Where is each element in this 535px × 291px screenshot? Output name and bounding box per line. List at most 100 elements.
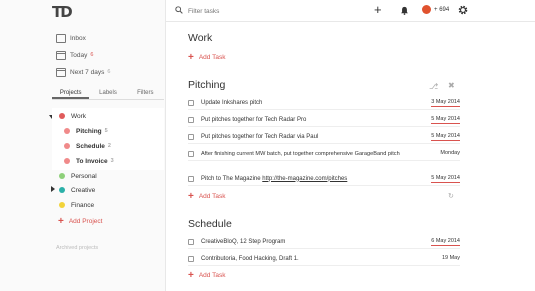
project-pitching[interactable]: Pitching 5 <box>64 125 108 137</box>
project-label: To Invoice <box>76 157 108 165</box>
task-checkbox[interactable] <box>188 116 194 123</box>
plus-icon: + <box>188 52 194 63</box>
project-color-dot <box>59 202 65 208</box>
project-label: Schedule <box>76 142 105 150</box>
add-project-label: Add Project <box>68 218 103 225</box>
project-color-dot <box>59 173 65 179</box>
collapse-section-icon[interactable]: ✖ <box>448 81 455 90</box>
filter-tasks-input[interactable] <box>188 5 348 17</box>
filter-label: Inbox <box>70 34 86 42</box>
plus-icon: + <box>188 191 194 202</box>
top-bar: + + 694 <box>166 0 535 22</box>
task-due-date: 19 May <box>441 255 460 261</box>
sidebar-tabs: Projects Labels Filters <box>52 88 164 100</box>
project-label: Pitching <box>76 127 102 135</box>
add-task-button[interactable]: + Add Task <box>188 270 225 281</box>
project-count: 5 <box>104 128 108 134</box>
add-project-button[interactable]: + Add Project <box>58 216 102 227</box>
task-due-date: 5 May 2014 <box>431 132 460 141</box>
sidebar: TD Inbox Today 6 Next 7 days 6 Projects … <box>0 0 166 291</box>
tab-projects[interactable]: Projects <box>52 88 90 99</box>
project-label: Work <box>71 112 87 120</box>
filter-label: Today <box>70 51 88 59</box>
task-row[interactable]: Update Inkshares pitch 3 May 2014 <box>188 96 460 110</box>
work-project-group: Work Pitching 5 Schedule 2 To Invoice 3 <box>52 108 164 170</box>
task-row[interactable]: Put pitches together for Tech Radar Pro … <box>188 113 460 127</box>
task-checkbox[interactable] <box>188 238 194 245</box>
task-text: After finishing current MW batch, put to… <box>201 150 400 157</box>
plus-icon: + <box>188 270 194 281</box>
quick-add-button[interactable]: + <box>374 2 382 17</box>
task-due-date: Monday <box>440 150 460 156</box>
project-color-dot <box>64 143 70 149</box>
task-text: CreativeBloQ, 12 Step Program <box>201 238 286 245</box>
task-text: Update Inkshares pitch <box>201 99 263 106</box>
project-color-dot <box>59 187 65 193</box>
task-checkbox[interactable] <box>188 255 194 262</box>
project-count: 3 <box>110 158 114 164</box>
tab-filters[interactable]: Filters <box>127 88 164 99</box>
section-title-pitching: Pitching <box>188 79 226 91</box>
add-task-button[interactable]: + Add Task <box>188 52 225 63</box>
calendar-today-icon <box>56 50 66 60</box>
karma-indicator[interactable]: + 694 <box>422 5 449 14</box>
expand-creative-icon[interactable] <box>51 186 55 192</box>
task-due-date: 5 May 2014 <box>431 115 460 124</box>
filter-count: 6 <box>107 69 111 75</box>
section-title-work: Work <box>188 32 213 44</box>
project-count: 2 <box>107 143 111 149</box>
history-icon[interactable]: ↻ <box>448 192 454 200</box>
project-color-dot <box>64 158 70 164</box>
share-icon[interactable]: ⎇ <box>429 82 438 91</box>
filter-label: Next 7 days <box>70 68 105 76</box>
task-checkbox[interactable] <box>188 133 194 140</box>
task-row[interactable]: Put pitches together for Tech Radar via … <box>188 130 460 144</box>
project-color-dot <box>64 128 70 134</box>
add-task-button[interactable]: + Add Task <box>188 191 225 202</box>
task-row[interactable]: Contributoria, Food Hacking, Draft 1. 19… <box>188 252 460 266</box>
plus-icon: + <box>58 216 64 227</box>
karma-score: 694 <box>439 6 450 13</box>
karma-badge-icon <box>422 5 431 14</box>
project-label: Personal <box>71 172 97 180</box>
add-task-label: Add Task <box>198 54 226 61</box>
task-text: Pitch to The Magazine http://the-magazin… <box>201 176 431 182</box>
calendar-week-icon <box>56 67 66 77</box>
task-text: Contributoria, Food Hacking, Draft 1. <box>201 255 299 262</box>
task-row[interactable]: CreativeBloQ, 12 Step Program 6 May 2014 <box>188 235 460 249</box>
project-color-dot <box>59 113 65 119</box>
inbox-icon <box>56 33 66 43</box>
task-due-date: 6 May 2014 <box>431 237 460 246</box>
task-text: Put pitches together for Tech Radar Pro <box>201 116 307 123</box>
project-label: Finance <box>71 201 95 209</box>
add-task-label: Add Task <box>198 272 226 279</box>
karma-sign: + <box>434 6 438 13</box>
task-row[interactable]: Pitch to The Magazine http://the-magazin… <box>188 172 460 186</box>
task-text: Put pitches together for Tech Radar via … <box>201 133 319 140</box>
notifications-bell-icon[interactable] <box>400 6 409 15</box>
task-checkbox[interactable] <box>188 150 194 157</box>
project-finance[interactable]: Finance <box>59 199 94 211</box>
task-link[interactable]: http://the-magazine.com/pitches <box>262 176 347 182</box>
project-to-invoice[interactable]: To Invoice 3 <box>64 155 114 167</box>
filter-today[interactable]: Today 6 <box>56 49 93 61</box>
project-work[interactable]: Work <box>59 110 86 122</box>
filter-inbox[interactable]: Inbox <box>56 32 86 44</box>
filter-count: 6 <box>90 52 94 58</box>
project-creative[interactable]: Creative <box>59 184 95 196</box>
task-row[interactable]: After finishing current MW batch, put to… <box>188 147 460 161</box>
filter-next-7-days[interactable]: Next 7 days 6 <box>56 66 110 78</box>
project-label: Creative <box>71 186 96 194</box>
tab-labels[interactable]: Labels <box>89 88 126 99</box>
task-text-prefix: Pitch to The Magazine <box>201 175 263 182</box>
project-schedule[interactable]: Schedule 2 <box>64 140 111 152</box>
task-checkbox[interactable] <box>188 175 194 182</box>
section-title-schedule: Schedule <box>188 218 232 230</box>
archived-projects-link[interactable]: Archived projects <box>56 245 98 251</box>
task-checkbox[interactable] <box>188 99 194 106</box>
project-personal[interactable]: Personal <box>59 170 97 182</box>
add-task-label: Add Task <box>198 193 226 200</box>
settings-gear-icon[interactable] <box>458 5 468 15</box>
task-due-date: 3 May 2014 <box>431 98 460 107</box>
app-logo: TD <box>52 3 73 21</box>
